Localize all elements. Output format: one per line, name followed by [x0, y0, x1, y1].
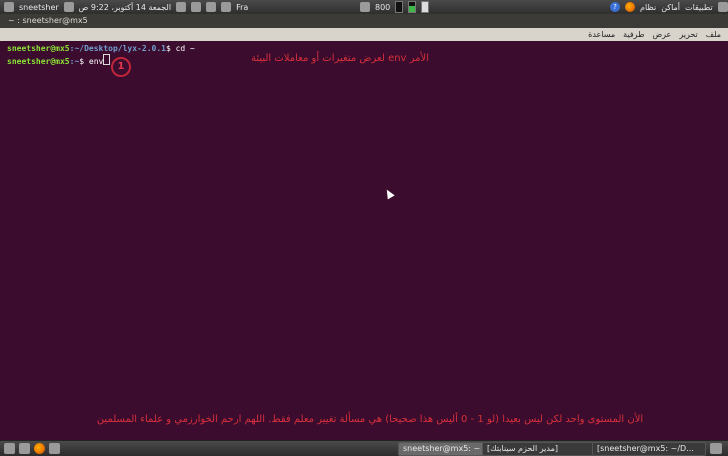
menu-view[interactable]: عرض [651, 30, 672, 39]
command-text: $ cd ~ [165, 44, 195, 53]
window-title: ~ : sneetsher@mx5 [8, 16, 88, 25]
mouse-pointer-icon [383, 187, 395, 200]
menu-file[interactable]: ملف [705, 30, 722, 39]
menu-system[interactable]: نظام [640, 3, 656, 12]
task-terminal-2[interactable]: [sneetsher@mx5: ~/D... [592, 442, 706, 456]
prompt-user: sneetsher@mx5 [7, 57, 70, 66]
cpu-frequency: 800 [375, 2, 391, 12]
menu-places[interactable]: أماكن [661, 3, 680, 12]
bottom-panel-left [4, 443, 60, 454]
top-panel-right: ? نظام أماكن تطبيقات [610, 0, 728, 14]
bottom-panel: sneetsher@mx5: ~ [مدير الحزم سينابتك] [s… [0, 440, 728, 456]
swap-meter [421, 1, 430, 13]
window-titlebar[interactable]: ~ : sneetsher@mx5 [0, 14, 728, 28]
prompt-path: :~/Desktop/lyx-2.0.1 [69, 44, 166, 53]
step-marker: 1 [111, 57, 131, 77]
chat-icon[interactable] [63, 2, 74, 12]
cpu-meter [395, 1, 404, 13]
prompt-user: sneetsher@mx5 [7, 44, 70, 53]
firefox-launcher-icon[interactable] [34, 443, 45, 454]
menu-edit[interactable]: تحرير [678, 30, 698, 39]
text-cursor [103, 54, 111, 65]
monitor-icon [360, 2, 370, 12]
folder-icon[interactable] [49, 443, 60, 454]
task-synaptic[interactable]: [مدير الحزم سينابتك] [482, 442, 594, 456]
clock[interactable]: الجمعة 14 أكتوبر، 9:22 ص [79, 3, 171, 12]
workspace-switcher-icon[interactable] [710, 443, 722, 454]
terminal-launcher-icon[interactable] [19, 443, 30, 454]
ubuntu-logo-icon[interactable] [717, 2, 728, 12]
firefox-icon[interactable] [625, 2, 635, 12]
terminal-line-1: sneetsher@mx5:~/Desktop/lyx-2.0.1$ cd ~ [7, 43, 195, 54]
help-icon[interactable]: ? [610, 2, 620, 12]
top-panel-left: sneetsher الجمعة 14 أكتوبر، 9:22 ص Fra [4, 0, 248, 14]
annotation-top: الأمر env لعرض متغيرات أو معاملات البيئة [250, 53, 430, 64]
terminal-menubar: ملف تحرير عرض طرفية مساعدة [0, 28, 728, 41]
annotation-bottom: الأن المستوى واحد لكن ليس بعيدا (لو 1 - … [96, 414, 644, 425]
show-desktop-icon[interactable] [4, 443, 15, 454]
system-monitor: 800 [360, 0, 430, 14]
top-panel: sneetsher الجمعة 14 أكتوبر، 9:22 ص Fra 8… [0, 0, 728, 15]
terminal-line-2: sneetsher@mx5:~$ env [7, 54, 111, 67]
power-icon[interactable] [4, 2, 14, 12]
volume-icon[interactable] [191, 2, 202, 12]
menu-terminal[interactable]: طرفية [622, 30, 645, 39]
menu-help[interactable]: مساعدة [587, 30, 616, 39]
wifi-icon[interactable] [221, 2, 232, 12]
menu-applications[interactable]: تطبيقات [685, 3, 713, 12]
command-text: $ env [79, 57, 104, 66]
prompt-path: :~ [69, 57, 80, 66]
terminal-area[interactable]: sneetsher@mx5:~/Desktop/lyx-2.0.1$ cd ~ … [0, 41, 728, 440]
network-label: Fra [236, 2, 249, 12]
bluetooth-icon[interactable] [206, 2, 217, 12]
memory-meter [408, 1, 417, 13]
mail-icon[interactable] [176, 2, 187, 12]
task-terminal[interactable]: sneetsher@mx5: ~ [398, 442, 484, 456]
username-label[interactable]: sneetsher [19, 3, 59, 12]
